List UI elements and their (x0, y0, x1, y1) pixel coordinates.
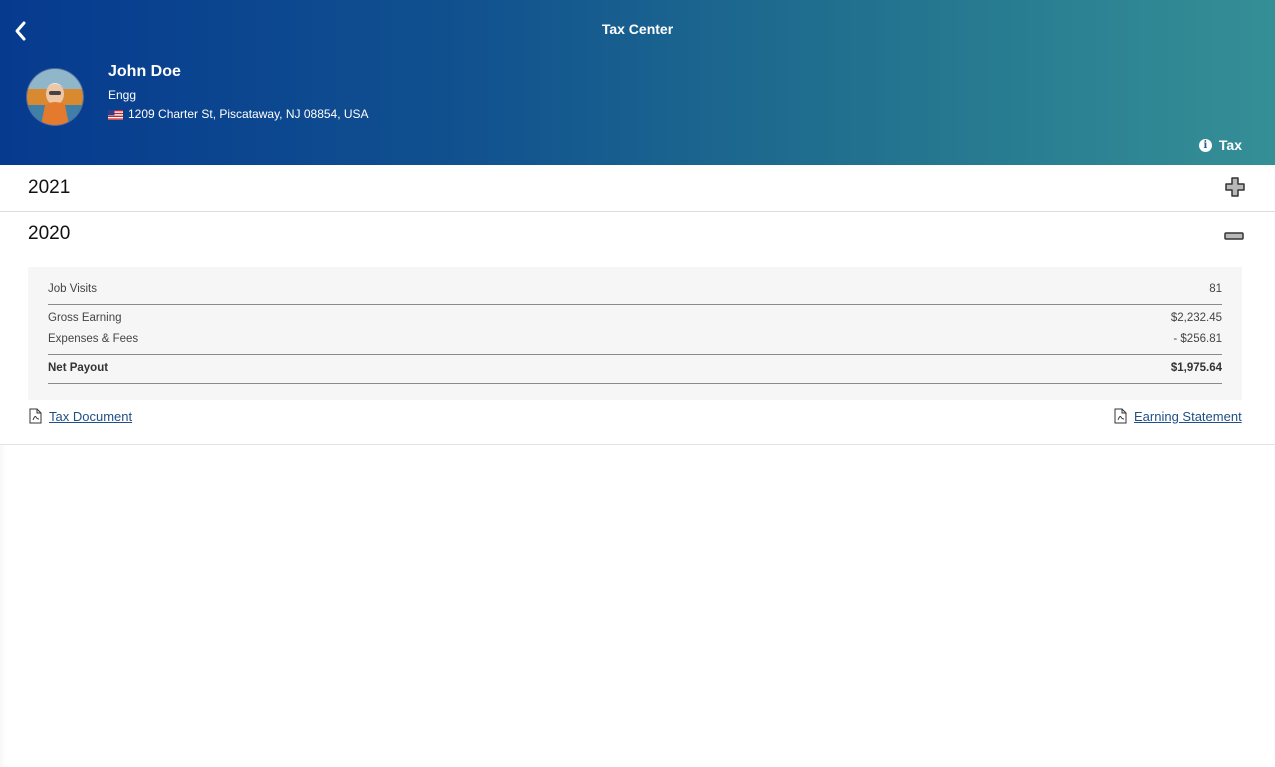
info-icon: i (1198, 138, 1212, 152)
year-section-2021[interactable]: 2021 (0, 165, 1275, 212)
page-edge-shadow (0, 445, 6, 767)
expand-plus-icon[interactable] (1225, 177, 1245, 197)
job-visits-row: Job Visits 81 (48, 283, 1222, 295)
user-role: Engg (108, 88, 137, 102)
pdf-file-icon (1114, 408, 1127, 424)
earnings-summary-card: Job Visits 81 Gross Earning $2,232.45 Ex… (28, 267, 1242, 400)
divider (48, 383, 1222, 384)
net-payout-label: Net Payout (48, 362, 109, 374)
gross-earning-value: $2,232.45 (1170, 312, 1222, 324)
collapse-minus-icon[interactable] (1224, 228, 1244, 240)
gross-earning-label: Gross Earning (48, 312, 122, 324)
job-visits-value: 81 (1209, 283, 1222, 295)
earning-statement-link[interactable]: Earning Statement (1113, 408, 1242, 424)
gross-earning-row: Gross Earning $2,232.45 (48, 312, 1222, 324)
expenses-fees-label: Expenses & Fees (48, 333, 139, 345)
tax-document-link[interactable]: Tax Document (28, 408, 132, 424)
header: Tax Center John Doe Engg 1209 Charter St… (0, 0, 1275, 165)
net-payout-value: $1,975.64 (1170, 362, 1222, 374)
us-flag-icon (108, 109, 123, 120)
year-section-2020: 2020 Job Visits 81 Gross Earning $2,232.… (0, 212, 1275, 445)
pdf-file-icon (29, 408, 42, 424)
tax-info-link[interactable]: i Tax (1198, 137, 1242, 153)
earning-statement-label: Earning Statement (1134, 408, 1242, 424)
expenses-fees-row: Expenses & Fees - $256.81 (48, 333, 1222, 345)
divider (48, 304, 1222, 305)
user-name: John Doe (108, 63, 181, 80)
expenses-fees-value: - $256.81 (1173, 333, 1222, 345)
job-visits-label: Job Visits (48, 283, 98, 295)
avatar (27, 69, 83, 125)
user-address: 1209 Charter St, Piscataway, NJ 08854, U… (108, 107, 369, 121)
divider (48, 354, 1222, 355)
tax-document-label: Tax Document (49, 408, 133, 424)
net-payout-row: Net Payout $1,975.64 (48, 362, 1222, 374)
year-label: 2021 (28, 177, 71, 198)
address-text: 1209 Charter St, Piscataway, NJ 08854, U… (128, 107, 369, 121)
year-label: 2020 (28, 223, 71, 244)
tax-link-label: Tax (1218, 137, 1242, 153)
page-title: Tax Center (601, 21, 674, 37)
